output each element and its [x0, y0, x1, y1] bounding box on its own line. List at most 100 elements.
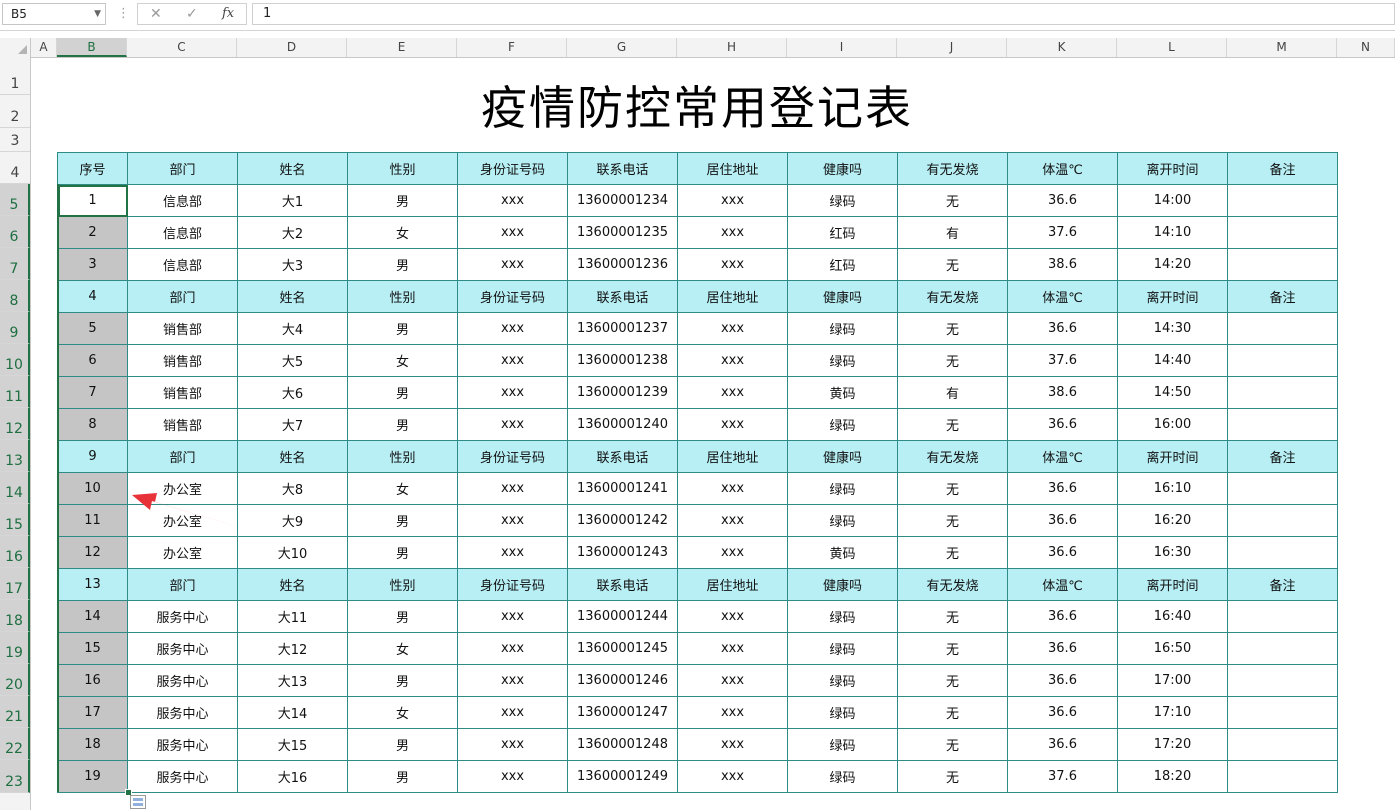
cell-phone[interactable]: 联系电话: [567, 568, 678, 601]
cell-id-number[interactable]: xxx: [457, 184, 568, 217]
column-header-i[interactable]: I: [787, 38, 897, 57]
cell-leave-time[interactable]: 18:20: [1117, 760, 1228, 793]
column-header-m[interactable]: M: [1227, 38, 1337, 57]
row-header-9[interactable]: 9: [0, 312, 30, 344]
cell-leave-time[interactable]: 16:40: [1117, 600, 1228, 633]
cell-leave-time[interactable]: 16:30: [1117, 536, 1228, 569]
cell-id-number[interactable]: 身份证号码: [457, 568, 568, 601]
column-header-c[interactable]: C: [127, 38, 237, 57]
column-header-k[interactable]: K: [1007, 38, 1117, 57]
cell-phone[interactable]: 联系电话: [567, 152, 678, 185]
cell-address[interactable]: 居住地址: [677, 440, 788, 473]
cell-id-number[interactable]: xxx: [457, 376, 568, 409]
cell-address[interactable]: xxx: [677, 408, 788, 441]
cell-dept[interactable]: 部门: [127, 152, 238, 185]
cell-leave-time[interactable]: 14:10: [1117, 216, 1228, 249]
column-header-e[interactable]: E: [347, 38, 457, 57]
cell-health-code[interactable]: 绿码: [787, 664, 898, 697]
quick-analysis-icon[interactable]: [130, 795, 146, 809]
cell-seq[interactable]: 10: [57, 472, 128, 505]
cell-phone[interactable]: 13600001248: [567, 728, 678, 761]
cell-id-number[interactable]: xxx: [457, 408, 568, 441]
cell-address[interactable]: xxx: [677, 728, 788, 761]
column-header-l[interactable]: L: [1117, 38, 1227, 57]
cell-leave-time[interactable]: 14:20: [1117, 248, 1228, 281]
cell-health-code[interactable]: 绿码: [787, 504, 898, 537]
cell-phone[interactable]: 13600001238: [567, 344, 678, 377]
cell-address[interactable]: xxx: [677, 696, 788, 729]
cell-remarks[interactable]: [1227, 536, 1338, 569]
cell-leave-time[interactable]: 17:20: [1117, 728, 1228, 761]
cell-temperature[interactable]: 36.6: [1007, 472, 1118, 505]
cell-address[interactable]: xxx: [677, 504, 788, 537]
cell-leave-time[interactable]: 16:10: [1117, 472, 1228, 505]
cell-health-code[interactable]: 绿码: [787, 600, 898, 633]
cell-gender[interactable]: 男: [347, 248, 458, 281]
cell-gender[interactable]: 女: [347, 632, 458, 665]
cell-temperature[interactable]: 36.6: [1007, 504, 1118, 537]
select-all-button[interactable]: [0, 38, 31, 57]
cell-leave-time[interactable]: 离开时间: [1117, 440, 1228, 473]
cell-phone[interactable]: 13600001237: [567, 312, 678, 345]
cell-address[interactable]: xxx: [677, 664, 788, 697]
cell-temperature[interactable]: 37.6: [1007, 344, 1118, 377]
cell-id-number[interactable]: 身份证号码: [457, 280, 568, 313]
cell-dept[interactable]: 部门: [127, 568, 238, 601]
cell-name[interactable]: 大9: [237, 504, 348, 537]
cell-temperature[interactable]: 体温℃: [1007, 152, 1118, 185]
cell-id-number[interactable]: xxx: [457, 472, 568, 505]
cell-leave-time[interactable]: 16:00: [1117, 408, 1228, 441]
cell-id-number[interactable]: xxx: [457, 504, 568, 537]
cell-leave-time[interactable]: 离开时间: [1117, 280, 1228, 313]
cell-seq[interactable]: 19: [57, 760, 128, 793]
cell-dept[interactable]: 信息部: [127, 216, 238, 249]
cell-phone[interactable]: 13600001245: [567, 632, 678, 665]
cell-seq[interactable]: 12: [57, 536, 128, 569]
cell-leave-time[interactable]: 14:30: [1117, 312, 1228, 345]
cancel-icon[interactable]: ✕: [150, 4, 162, 24]
row-header-15[interactable]: 15: [0, 504, 30, 536]
cell-name[interactable]: 大11: [237, 600, 348, 633]
cell-remarks[interactable]: [1227, 728, 1338, 761]
cell-remarks[interactable]: 备注: [1227, 280, 1338, 313]
cell-health-code[interactable]: 红码: [787, 248, 898, 281]
row-header-10[interactable]: 10: [0, 344, 30, 376]
cell-seq[interactable]: 3: [57, 248, 128, 281]
cell-seq[interactable]: 18: [57, 728, 128, 761]
cell-temperature[interactable]: 36.6: [1007, 664, 1118, 697]
chevron-down-icon[interactable]: ▼: [94, 4, 101, 24]
column-header-b[interactable]: B: [57, 38, 127, 57]
cell-health-code[interactable]: 健康吗: [787, 152, 898, 185]
cell-id-number[interactable]: xxx: [457, 632, 568, 665]
cell-name[interactable]: 大3: [237, 248, 348, 281]
row-header-4[interactable]: 4: [0, 152, 30, 184]
cell-temperature[interactable]: 体温℃: [1007, 280, 1118, 313]
cell-health-code[interactable]: 健康吗: [787, 280, 898, 313]
cell-id-number[interactable]: xxx: [457, 600, 568, 633]
cell-dept[interactable]: 服务中心: [127, 728, 238, 761]
cell-temperature[interactable]: 38.6: [1007, 376, 1118, 409]
cell-fever[interactable]: 无: [897, 696, 1008, 729]
row-header-2[interactable]: 2: [0, 95, 30, 128]
cell-fever[interactable]: 有: [897, 216, 1008, 249]
cell-health-code[interactable]: 绿码: [787, 312, 898, 345]
cell-dept[interactable]: 信息部: [127, 184, 238, 217]
cell-health-code[interactable]: 绿码: [787, 728, 898, 761]
column-header-j[interactable]: J: [897, 38, 1007, 57]
cell-phone[interactable]: 13600001244: [567, 600, 678, 633]
cell-fever[interactable]: 无: [897, 728, 1008, 761]
cell-id-number[interactable]: xxx: [457, 728, 568, 761]
cell-name[interactable]: 姓名: [237, 280, 348, 313]
column-header-d[interactable]: D: [237, 38, 347, 57]
cell-fever[interactable]: 无: [897, 184, 1008, 217]
cell-name[interactable]: 大16: [237, 760, 348, 793]
cell-health-code[interactable]: 绿码: [787, 408, 898, 441]
cell-fever[interactable]: 无: [897, 344, 1008, 377]
cell-fever[interactable]: 有无发烧: [897, 152, 1008, 185]
cell-phone[interactable]: 13600001243: [567, 536, 678, 569]
cell-remarks[interactable]: [1227, 664, 1338, 697]
cell-name[interactable]: 大4: [237, 312, 348, 345]
cell-leave-time[interactable]: 离开时间: [1117, 568, 1228, 601]
cell-phone[interactable]: 13600001241: [567, 472, 678, 505]
cell-address[interactable]: xxx: [677, 216, 788, 249]
